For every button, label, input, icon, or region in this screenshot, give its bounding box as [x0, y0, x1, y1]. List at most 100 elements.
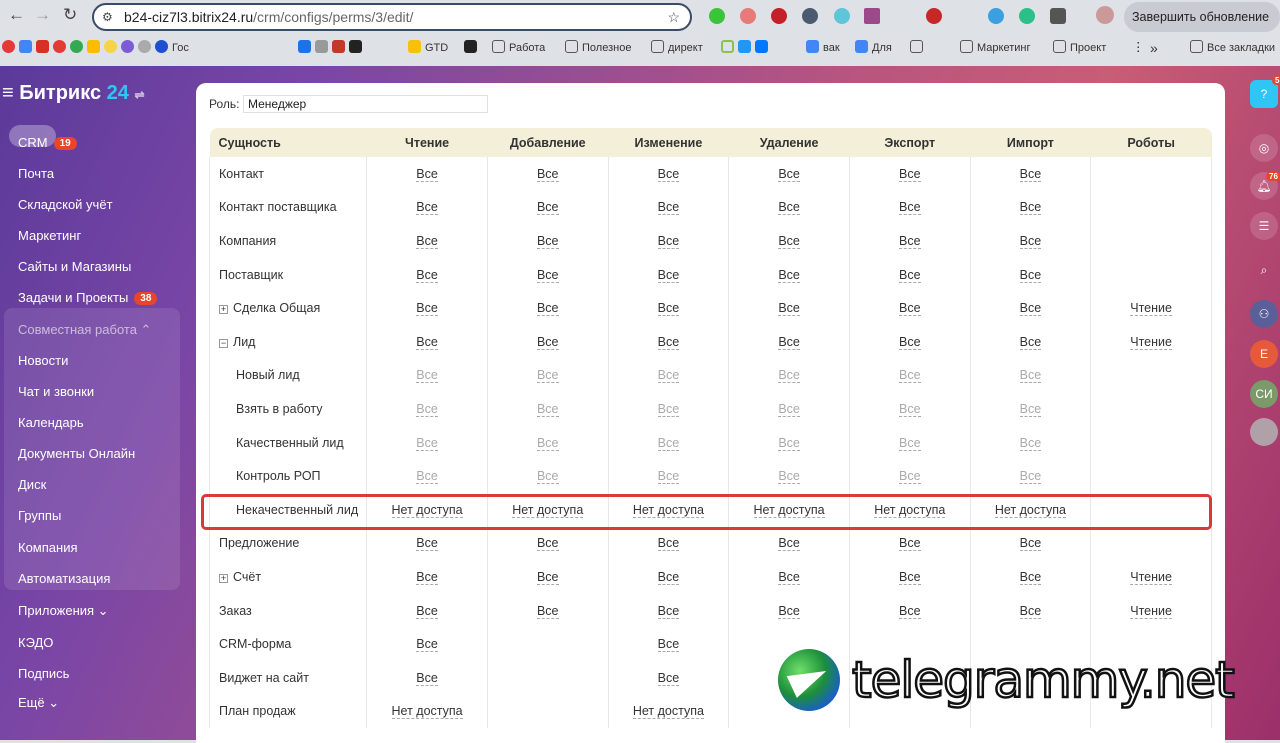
site-settings-icon[interactable]: ⚙ — [102, 5, 113, 29]
sidebar-item[interactable]: Почта — [18, 166, 54, 181]
permission-dropdown[interactable]: Все — [778, 267, 800, 283]
chat-icon[interactable]: ☰ — [1250, 212, 1278, 240]
permission-dropdown[interactable]: Все — [778, 368, 800, 384]
permission-dropdown[interactable]: Все — [898, 267, 921, 283]
permission-dropdown[interactable]: Все — [657, 368, 680, 384]
permission-dropdown[interactable]: Все — [536, 401, 559, 417]
sidebar-item[interactable]: Компания — [18, 540, 78, 555]
menu-icon[interactable]: ≡ — [2, 82, 14, 104]
logo[interactable]: ≡ Битрикс 24 ⇌ — [2, 82, 145, 105]
sidebar-item[interactable]: Задачи и Проекты 38 — [18, 290, 158, 305]
permission-dropdown[interactable]: Все — [657, 301, 680, 317]
finish-update-button[interactable]: Завершить обновление ⋮ — [1124, 2, 1280, 54]
permission-dropdown[interactable]: Все — [416, 569, 438, 585]
permission-dropdown[interactable]: Все — [778, 301, 800, 317]
permission-dropdown[interactable]: Все — [416, 166, 438, 182]
permission-dropdown[interactable]: Все — [778, 233, 800, 249]
permission-dropdown[interactable]: Все — [416, 267, 438, 283]
permission-dropdown[interactable]: Все — [536, 334, 559, 350]
extension-icon[interactable] — [740, 8, 756, 24]
contact-avatar[interactable]: СИ — [1250, 380, 1278, 408]
permission-dropdown[interactable]: Все — [898, 301, 921, 317]
permission-dropdown[interactable]: Все — [416, 368, 438, 384]
permission-dropdown[interactable]: Нет доступа — [512, 502, 584, 518]
permission-dropdown[interactable]: Все — [657, 637, 680, 653]
permission-dropdown[interactable]: Все — [778, 536, 800, 552]
permission-dropdown[interactable]: Все — [657, 536, 680, 552]
permission-dropdown[interactable]: Все — [536, 233, 559, 249]
permission-dropdown[interactable]: Нет доступа — [874, 502, 946, 518]
search-icon[interactable]: ⌕ — [1250, 256, 1278, 284]
permission-dropdown[interactable]: Нет доступа — [391, 704, 463, 720]
permission-dropdown[interactable]: Все — [416, 603, 438, 619]
permission-dropdown[interactable]: Все — [1019, 536, 1042, 552]
more-bookmarks-button[interactable]: » — [1150, 36, 1158, 60]
permission-dropdown[interactable]: Все — [536, 301, 559, 317]
permission-dropdown[interactable]: Все — [1019, 469, 1042, 485]
permission-dropdown[interactable]: Все — [1019, 267, 1042, 283]
permission-dropdown[interactable]: Все — [1019, 569, 1042, 585]
user-avatar[interactable] — [1250, 418, 1278, 446]
permission-dropdown[interactable]: Все — [416, 536, 438, 552]
permission-dropdown[interactable]: Все — [778, 166, 800, 182]
forward-icon[interactable]: → — [34, 5, 51, 29]
permission-dropdown[interactable]: Все — [536, 603, 559, 619]
extension-icon[interactable] — [926, 8, 942, 24]
permission-dropdown[interactable]: Все — [898, 401, 921, 417]
permission-dropdown[interactable]: Все — [536, 435, 559, 451]
permission-dropdown[interactable]: Нет доступа — [391, 502, 463, 518]
permission-dropdown[interactable]: Все — [536, 569, 559, 585]
permission-dropdown[interactable]: Все — [416, 334, 438, 350]
bookmark-vak[interactable]: вак — [806, 36, 840, 60]
back-icon[interactable]: ← — [8, 5, 25, 29]
permission-dropdown[interactable]: Все — [898, 368, 921, 384]
bookmark-contact[interactable] — [464, 36, 481, 60]
permission-dropdown[interactable]: Все — [657, 670, 680, 686]
bookmark-folder-useful[interactable]: Полезное — [565, 36, 631, 60]
permission-dropdown[interactable]: Все — [778, 401, 800, 417]
permission-dropdown[interactable]: Все — [416, 670, 438, 686]
permission-dropdown[interactable]: Все — [657, 200, 680, 216]
extension-icon[interactable] — [771, 8, 787, 24]
bookmark-folder[interactable] — [910, 36, 927, 60]
permission-dropdown[interactable]: Все — [657, 603, 680, 619]
sidebar-item[interactable]: Чат и звонки — [18, 384, 94, 399]
copilot-icon[interactable]: ◎ — [1250, 134, 1278, 162]
permission-dropdown[interactable]: Все — [778, 200, 800, 216]
address-bar[interactable]: ⚙ b24-ciz7l3.bitrix24.ru/crm/configs/per… — [92, 3, 692, 31]
settings-icon[interactable]: ⇌ — [134, 88, 144, 102]
contact-avatar[interactable]: Е — [1250, 340, 1278, 368]
expand-icon[interactable]: + — [219, 305, 228, 315]
permission-dropdown[interactable]: Все — [898, 334, 921, 350]
group-chat-icon[interactable]: ⚇ — [1250, 300, 1278, 328]
sidebar-item[interactable]: Сайты и Магазины — [18, 259, 131, 274]
sidebar-item[interactable]: Ещё ⌄ — [18, 695, 59, 711]
sidebar-item[interactable]: Новости — [18, 353, 68, 368]
permission-dropdown[interactable]: Все — [778, 435, 800, 451]
sidebar-item[interactable]: Документы Онлайн — [18, 446, 135, 461]
permission-dropdown[interactable]: Все — [536, 267, 559, 283]
sidebar-item[interactable]: Автоматизация — [18, 571, 110, 586]
permission-dropdown[interactable]: Все — [1019, 200, 1042, 216]
permission-dropdown[interactable]: Чтение — [1130, 334, 1172, 350]
permission-dropdown[interactable]: Все — [1019, 334, 1042, 350]
permission-dropdown[interactable]: Все — [898, 200, 921, 216]
permission-dropdown[interactable]: Все — [416, 469, 438, 485]
permission-dropdown[interactable]: Все — [778, 569, 800, 585]
permission-dropdown[interactable]: Все — [1019, 435, 1042, 451]
permission-dropdown[interactable]: Все — [416, 200, 438, 216]
bookmark-gtd[interactable]: GTD — [408, 36, 448, 60]
bookmark-folder-direct[interactable]: директ — [651, 36, 703, 60]
sidebar-item[interactable]: Календарь — [18, 415, 84, 430]
permission-dropdown[interactable]: Все — [1019, 166, 1042, 182]
permission-dropdown[interactable]: Все — [778, 334, 800, 350]
all-bookmarks-folder[interactable]: Все закладки — [1190, 36, 1275, 60]
permission-dropdown[interactable]: Нет доступа — [753, 502, 825, 518]
sidebar-item[interactable]: Подпись — [18, 666, 69, 681]
sidebar-item[interactable]: Складской учёт — [18, 197, 113, 212]
permission-dropdown[interactable]: Все — [657, 569, 680, 585]
collapse-icon[interactable]: − — [219, 338, 228, 348]
permission-dropdown[interactable]: Все — [898, 435, 921, 451]
extension-icon[interactable] — [988, 8, 1004, 24]
extension-icon[interactable] — [864, 8, 880, 24]
